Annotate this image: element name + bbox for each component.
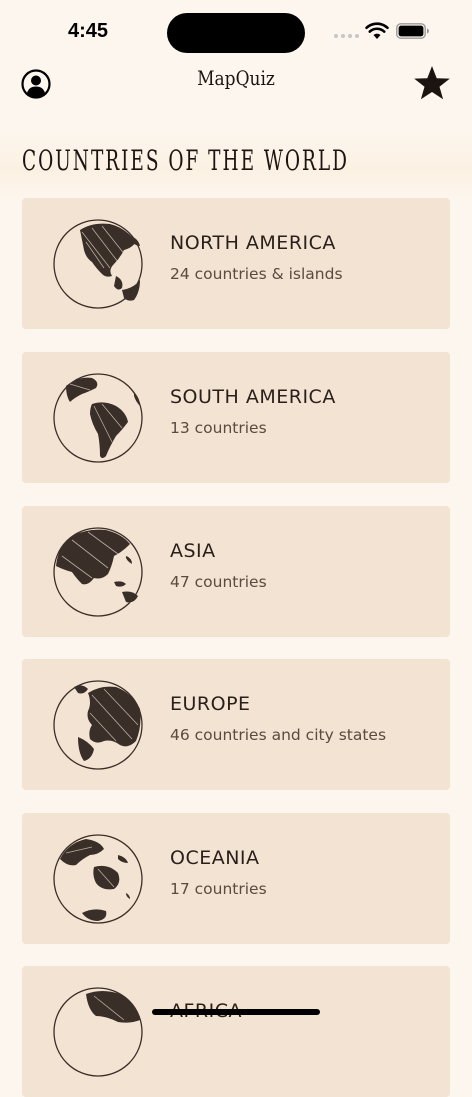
region-card-oceania[interactable]: OCEANIA 17 countries	[22, 813, 450, 944]
home-indicator[interactable]	[152, 1009, 320, 1015]
region-count: 46 countries and city states	[170, 726, 387, 744]
region-name: SOUTH AMERICA	[170, 386, 336, 408]
region-count: 17 countries	[170, 880, 267, 898]
region-name: OCEANIA	[170, 847, 260, 869]
battery-icon	[396, 23, 429, 39]
star-icon[interactable]	[412, 64, 452, 102]
status-time: 4:45	[68, 20, 109, 42]
region-card-south-america[interactable]: SOUTH AMERICA 13 countries	[22, 352, 450, 483]
globe-africa-icon	[53, 987, 143, 1077]
cellular-signal-icon	[334, 34, 359, 38]
region-name: EUROPE	[170, 693, 251, 715]
globe-asia-icon	[53, 527, 143, 617]
status-bar: 4:45	[0, 0, 472, 60]
globe-oceania-icon	[53, 834, 143, 924]
globe-europe-icon	[53, 680, 143, 770]
region-card-europe[interactable]: EUROPE 46 countries and city states	[22, 659, 450, 790]
section-title: COUNTRIES OF THE WORLD	[22, 144, 349, 177]
navigation-bar: MapQuiz	[0, 60, 472, 108]
region-count: 13 countries	[170, 419, 267, 437]
region-card-asia[interactable]: ASIA 47 countries	[22, 506, 450, 637]
app-title: MapQuiz	[197, 66, 275, 90]
region-count: 47 countries	[170, 573, 267, 591]
dynamic-island	[167, 13, 305, 53]
region-name: ASIA	[170, 540, 216, 562]
region-count: 24 countries & islands	[170, 265, 343, 283]
region-card-africa[interactable]: AFRICA	[22, 966, 450, 1097]
wifi-icon	[365, 22, 389, 39]
globe-north-america-icon	[53, 219, 143, 309]
region-card-north-america[interactable]: NORTH AMERICA 24 countries & islands	[22, 198, 450, 329]
region-name: NORTH AMERICA	[170, 232, 336, 254]
globe-south-america-icon	[53, 373, 143, 463]
